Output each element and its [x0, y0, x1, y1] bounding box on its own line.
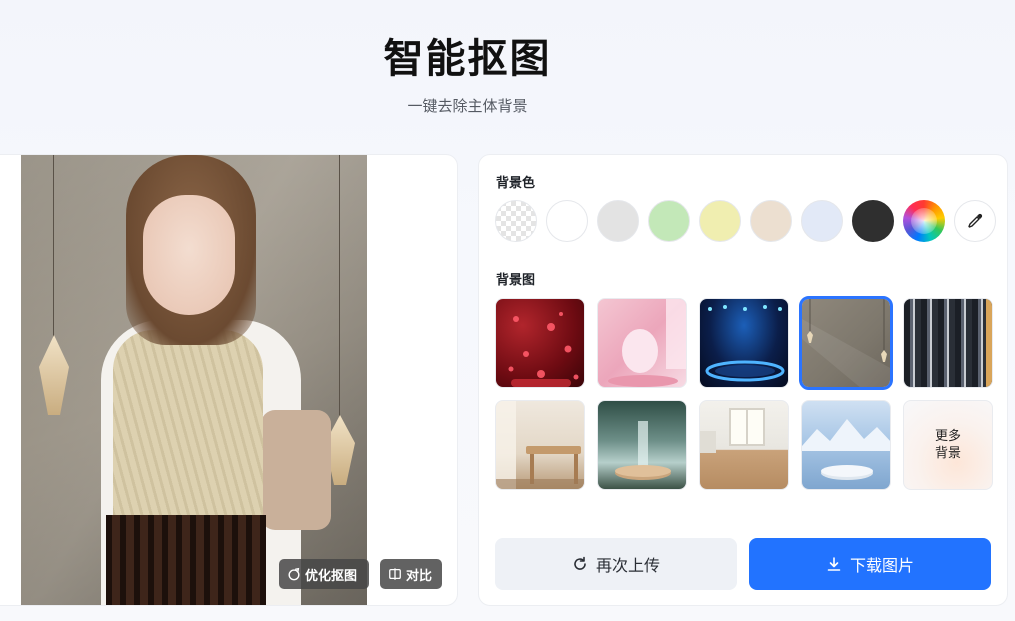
bg-tile-snow-lake[interactable]	[801, 400, 891, 490]
download-icon	[827, 557, 841, 571]
more-backgrounds-label: 更多 背景	[934, 429, 961, 461]
preview-card: 优化抠图 对比	[0, 154, 458, 606]
swatch-light-yellow[interactable]	[699, 200, 741, 242]
download-label: 下载图片	[849, 556, 914, 575]
page-subtitle: 一键去除主体背景	[407, 97, 528, 115]
bg-tile-hearts[interactable]	[495, 298, 585, 388]
eyedropper-icon	[968, 213, 983, 228]
cutout-preview-image	[21, 155, 367, 605]
figure-face	[143, 195, 235, 315]
reupload-label: 再次上传	[595, 556, 660, 575]
compare-icon	[389, 568, 401, 580]
swatch-light-gray[interactable]	[597, 200, 639, 242]
page-title: 智能抠图	[383, 36, 552, 82]
figure-skirt	[106, 515, 266, 605]
swatch-beige[interactable]	[750, 200, 792, 242]
more-backgrounds-button[interactable]: 更多 背景	[903, 400, 993, 490]
bg-tile-pink-room[interactable]	[597, 298, 687, 388]
swatch-light-blue[interactable]	[801, 200, 843, 242]
refine-icon	[288, 567, 300, 581]
custom-color-picker[interactable]	[903, 200, 945, 242]
refine-cutout-button[interactable]: 优化抠图	[279, 559, 369, 589]
background-settings-panel: 背景色 背景图 更多 背景 再次上传 下载图片	[478, 154, 1008, 606]
swatch-dark[interactable]	[852, 200, 894, 242]
refresh-icon	[574, 556, 586, 570]
bg-color-label: 背景色	[496, 176, 536, 191]
bg-tile-neon-stage[interactable]	[699, 298, 789, 388]
swatch-white[interactable]	[546, 200, 588, 242]
eyedropper-button[interactable]	[954, 200, 996, 242]
bg-tile-bright-room[interactable]	[699, 400, 789, 490]
bg-tile-dark-stripes[interactable]	[903, 298, 993, 388]
figure-bag	[261, 410, 331, 530]
bg-color-swatches	[495, 200, 996, 242]
bg-tile-wooden-table[interactable]	[495, 400, 585, 490]
compare-button[interactable]: 对比	[380, 559, 442, 589]
reupload-button[interactable]: 再次上传	[495, 538, 737, 590]
compare-label: 对比	[406, 568, 433, 584]
download-button[interactable]: 下载图片	[749, 538, 991, 590]
bg-tile-gray-wall[interactable]	[799, 296, 893, 390]
refine-cutout-label: 优化抠图	[305, 568, 358, 584]
swatch-light-green[interactable]	[648, 200, 690, 242]
bg-image-label: 背景图	[496, 273, 536, 288]
swatch-transparent[interactable]	[495, 200, 537, 242]
bg-tile-forest-waterfall[interactable]	[597, 400, 687, 490]
figure-vest	[113, 330, 263, 540]
